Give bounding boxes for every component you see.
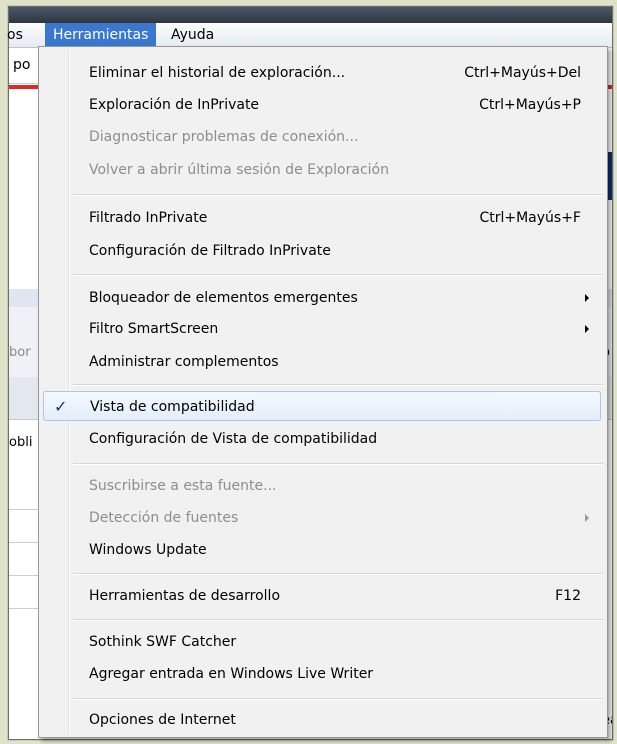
- menu-item-label: Agregar entrada en Windows Live Writer: [89, 666, 374, 682]
- page-row: [9, 477, 41, 510]
- menu-item-label: Filtro SmartScreen: [89, 321, 219, 337]
- menu-item-compatibility-view-settings[interactable]: Configuración de Vista de compatibilidad: [43, 424, 601, 454]
- menu-item-diagnose-connection[interactable]: Diagnosticar problemas de conexión...: [43, 122, 601, 152]
- submenu-arrow-icon: [585, 514, 589, 522]
- menu-separator: [73, 194, 603, 196]
- menu-item-label: Filtrado InPrivate: [89, 210, 208, 226]
- menu-bar: os Herramientas Ayuda: [7, 23, 612, 48]
- menu-item-shortcut: Ctrl+Mayús+P: [479, 97, 581, 113]
- menu-item-label: Suscribirse a esta fuente...: [89, 478, 277, 494]
- menu-item-label: Herramientas de desarrollo: [89, 588, 281, 604]
- menu-favorites-partial[interactable]: os: [0, 23, 31, 47]
- submenu-arrow-icon: [585, 325, 589, 333]
- submenu-arrow-icon: [585, 294, 589, 302]
- menu-item-smartscreen-filter[interactable]: Filtro SmartScreen: [43, 314, 601, 344]
- menu-item-label: Diagnosticar problemas de conexión...: [89, 129, 359, 145]
- menu-item-developer-tools[interactable]: Herramientas de desarrollo F12: [43, 581, 601, 611]
- menu-item-subscribe-feed[interactable]: Suscribirse a esta fuente...: [43, 471, 601, 501]
- menu-tools[interactable]: Herramientas: [45, 23, 157, 47]
- menu-item-label: Eliminar el historial de exploración...: [89, 65, 346, 81]
- menu-item-label: Detección de fuentes: [89, 510, 239, 526]
- menu-item-label: Exploración de InPrivate: [89, 97, 260, 113]
- menu-item-shortcut: Ctrl+Mayús+Del: [464, 65, 581, 81]
- page-row: [9, 543, 41, 576]
- page-row: [9, 576, 41, 609]
- menu-item-windows-update[interactable]: Windows Update: [43, 535, 601, 565]
- menu-help[interactable]: Ayuda: [163, 23, 222, 47]
- menu-item-delete-history[interactable]: Eliminar el historial de exploración... …: [43, 58, 601, 88]
- page-label-left: bor: [9, 345, 31, 360]
- menu-item-shortcut: Ctrl+Mayús+F: [479, 210, 581, 226]
- page-label-left-2: obli: [9, 435, 33, 450]
- menu-item-label: Sothink SWF Catcher: [89, 634, 237, 650]
- menu-item-label: Opciones de Internet: [89, 712, 236, 728]
- menu-item-inprivate-filtering-settings[interactable]: Configuración de Filtrado InPrivate: [43, 236, 601, 266]
- menu-separator: [73, 384, 603, 386]
- menu-item-label: Administrar complementos: [89, 354, 279, 370]
- menu-item-sothink-swf-catcher[interactable]: Sothink SWF Catcher: [43, 627, 601, 657]
- checkmark-icon: ✓: [54, 397, 68, 416]
- menu-separator: [73, 619, 603, 621]
- menu-item-label: Vista de compatibilidad: [90, 399, 255, 415]
- menu-item-label: Windows Update: [89, 542, 207, 558]
- menu-item-reopen-last-session[interactable]: Volver a abrir última sesión de Explorac…: [43, 155, 601, 185]
- menu-item-label: Configuración de Filtrado InPrivate: [89, 243, 331, 259]
- menu-item-compatibility-view[interactable]: ✓ Vista de compatibilidad: [43, 391, 601, 421]
- page-row: [9, 510, 41, 543]
- page-rows: [9, 477, 41, 609]
- menu-item-label: Configuración de Vista de compatibilidad: [89, 431, 378, 447]
- menu-separator: [73, 698, 603, 700]
- menu-item-popup-blocker[interactable]: Bloqueador de elementos emergentes: [43, 283, 601, 313]
- menu-item-inprivate-filtering[interactable]: Filtrado InPrivate Ctrl+Mayús+F: [43, 203, 601, 233]
- menu-item-label: Bloqueador de elementos emergentes: [89, 290, 358, 306]
- menu-separator: [73, 573, 603, 575]
- menu-item-manage-addons[interactable]: Administrar complementos: [43, 347, 601, 377]
- menu-separator: [73, 274, 603, 276]
- menu-item-internet-options[interactable]: Opciones de Internet: [43, 705, 601, 735]
- menu-item-feed-discovery[interactable]: Detección de fuentes: [43, 503, 601, 533]
- menu-item-inprivate-browsing[interactable]: Exploración de InPrivate Ctrl+Mayús+P: [43, 90, 601, 120]
- menu-item-label: Volver a abrir última sesión de Explorac…: [89, 162, 389, 178]
- title-bar: [9, 7, 612, 23]
- menu-separator: [73, 463, 603, 465]
- menu-item-windows-live-writer[interactable]: Agregar entrada en Windows Live Writer: [43, 659, 601, 689]
- tools-dropdown-menu: Eliminar el historial de exploración... …: [38, 46, 608, 738]
- menu-item-shortcut: F12: [555, 588, 581, 604]
